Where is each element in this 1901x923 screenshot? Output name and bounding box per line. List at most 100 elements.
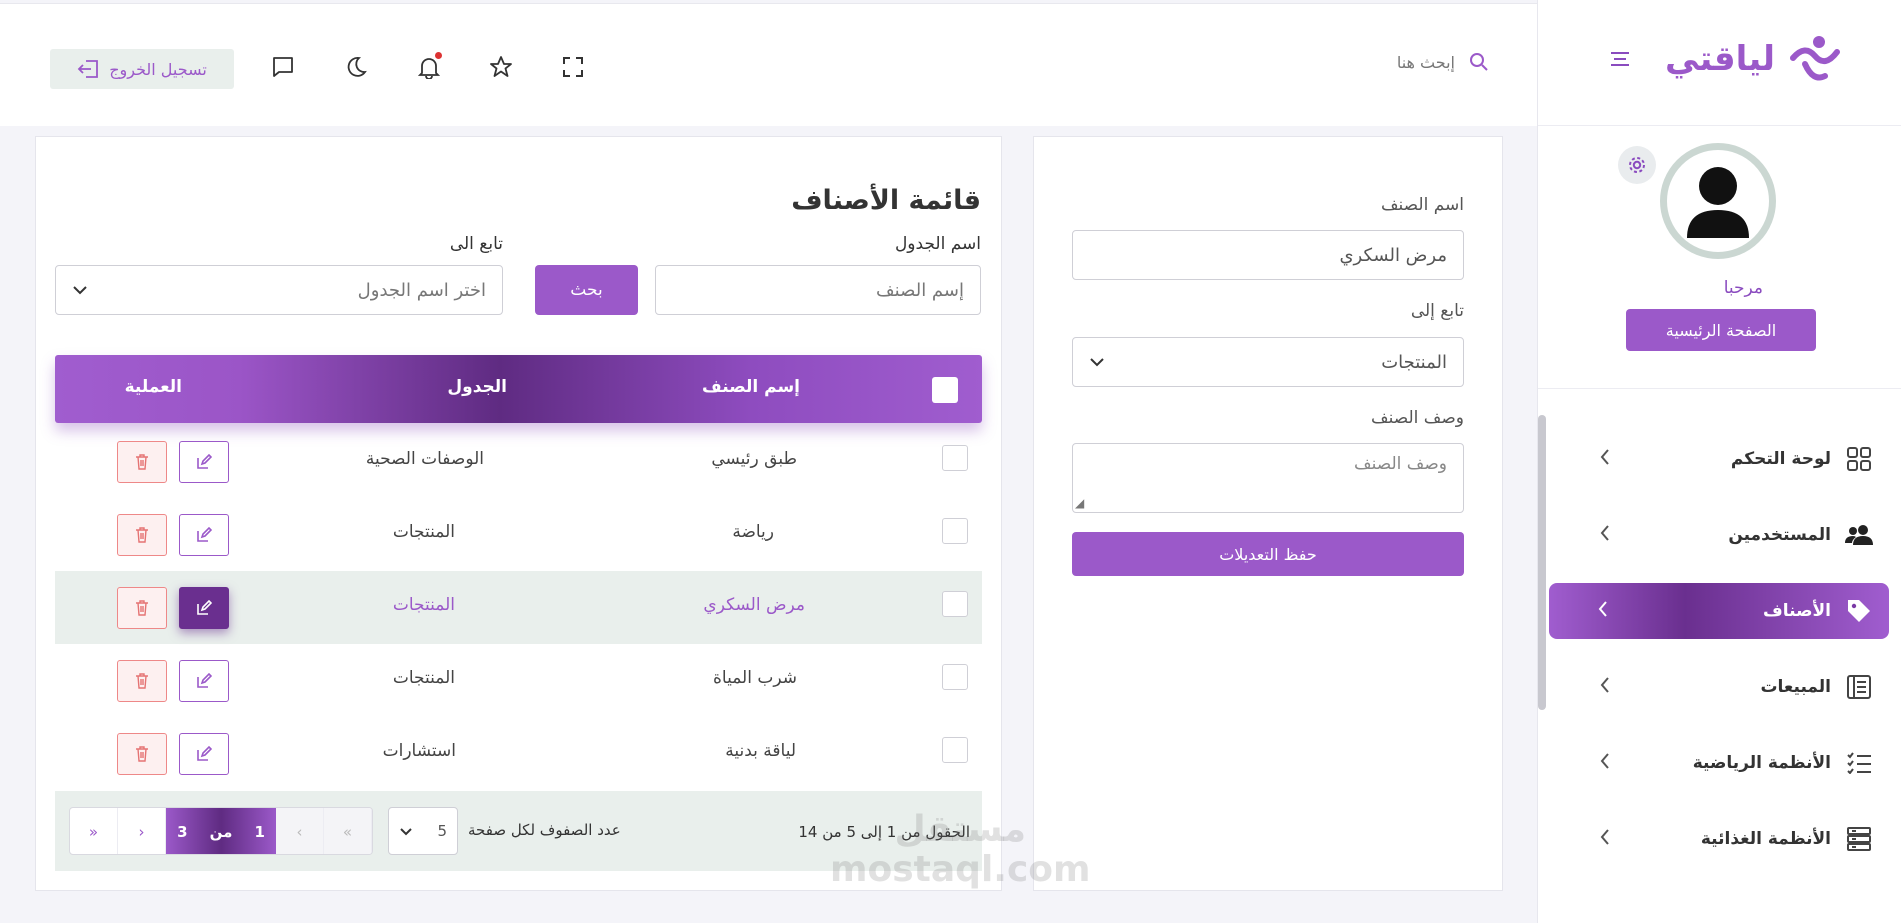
categories-table: إسم الصنف الجدول العملية طبق رئيسي الوصف… <box>55 355 982 790</box>
brand-name: لياقتي <box>1665 39 1775 79</box>
table-row[interactable]: لياقة بدنية استشارات <box>55 717 982 790</box>
avatar[interactable] <box>1660 143 1776 259</box>
parent-filter-placeholder: اختر اسم الجدول <box>357 279 486 301</box>
chevron-left-icon <box>1599 675 1611 700</box>
table-row-selected[interactable]: مرض السكري المنتجات <box>55 571 982 644</box>
delete-button[interactable] <box>117 660 167 702</box>
delete-button[interactable] <box>117 441 167 483</box>
sidebar: لياقتي مرحبا الصفحة الرئيسية لوحة التحكم <box>1537 0 1901 923</box>
delete-button[interactable] <box>117 733 167 775</box>
star-icon[interactable] <box>488 54 514 80</box>
last-page-button[interactable]: » <box>70 808 118 854</box>
page-of-label: من <box>209 823 233 841</box>
save-changes-button[interactable]: حفظ التعديلات <box>1072 532 1464 576</box>
sidebar-item-label: المستخدمين <box>1728 525 1831 545</box>
sidebar-item-dashboard[interactable]: لوحة التحكم <box>1537 421 1901 497</box>
row-checkbox[interactable] <box>942 664 968 690</box>
welcome-text: مرحبا <box>1723 278 1763 298</box>
sidebar-scrollbar[interactable] <box>1538 415 1546 710</box>
chat-icon[interactable] <box>270 54 296 80</box>
parent-label: تابع إلى <box>1410 301 1464 321</box>
row-name: مرض السكري <box>703 595 805 615</box>
row-table: الوصفات الصحية <box>365 449 484 469</box>
grid-icon <box>1845 445 1873 473</box>
table-row[interactable]: طبق رئيسي الوصفات الصحية <box>55 425 982 498</box>
edit-button[interactable] <box>179 441 229 483</box>
moon-icon[interactable] <box>342 54 368 80</box>
sidebar-item-label: الأنظمة الرياضية <box>1692 753 1831 773</box>
search-input-placeholder: إسم الصنف <box>876 279 964 301</box>
row-name: طبق رئيسي <box>711 449 797 469</box>
categories-list-card: قائمة الأصناف اسم الجدول تابع الى إسم ال… <box>35 136 1002 891</box>
row-checkbox[interactable] <box>942 737 968 763</box>
category-search-input[interactable]: إسم الصنف <box>655 265 981 315</box>
row-name: رياضة <box>732 522 774 542</box>
first-page-button[interactable]: « <box>324 808 372 854</box>
trash-icon <box>136 600 148 616</box>
current-page: 1 <box>254 823 265 841</box>
sidebar-item-sales[interactable]: المبيعات <box>1537 649 1901 725</box>
parent-filter-label: تابع الى <box>449 234 503 254</box>
edit-button[interactable] <box>179 514 229 556</box>
search-icon <box>1470 53 1488 71</box>
edit-category-card: اسم الصنف مرض السكري تابع إلى المنتجات و… <box>1033 136 1503 891</box>
chevron-down-icon <box>400 827 412 835</box>
chevron-down-icon <box>1090 358 1104 367</box>
sidebar-item-diet-systems[interactable]: الأنظمة الغذائية <box>1537 801 1901 877</box>
parent-value: المنتجات <box>1381 351 1447 373</box>
logout-label: تسجيل الخروج <box>109 59 207 79</box>
parent-select[interactable]: المنتجات <box>1072 337 1464 387</box>
column-header-name: إسم الصنف <box>702 377 800 397</box>
delete-button[interactable] <box>117 514 167 556</box>
logout-button[interactable]: تسجيل الخروج <box>50 49 234 89</box>
description-textarea[interactable]: وصف الصنف ◢ <box>1072 443 1464 513</box>
menu-toggle-icon[interactable] <box>1609 50 1631 73</box>
page-title: قائمة الأصناف <box>791 185 981 216</box>
category-name-input[interactable]: مرض السكري <box>1072 230 1464 280</box>
row-name: شرب المياة <box>713 668 797 688</box>
row-checkbox[interactable] <box>942 445 968 471</box>
home-page-button[interactable]: الصفحة الرئيسية <box>1626 309 1816 351</box>
users-icon <box>1845 521 1873 549</box>
edit-icon <box>197 746 212 761</box>
prev-page-button[interactable]: ‹ <box>276 808 324 854</box>
tag-icon <box>1845 597 1873 625</box>
select-all-checkbox[interactable] <box>932 377 958 403</box>
edit-button[interactable] <box>179 660 229 702</box>
edit-button[interactable] <box>179 587 229 629</box>
bell-icon[interactable] <box>416 52 442 80</box>
table-row[interactable]: شرب المياة المنتجات <box>55 644 982 717</box>
logout-icon <box>77 60 99 78</box>
edit-button[interactable] <box>179 733 229 775</box>
delete-button[interactable] <box>117 587 167 629</box>
logo-icon <box>1790 36 1840 81</box>
search-placeholder: إبحث هنا <box>1396 52 1455 72</box>
fullscreen-icon[interactable] <box>560 54 586 80</box>
sidebar-item-categories[interactable]: الأصناف <box>1549 583 1889 639</box>
row-table: استشارات <box>382 741 456 761</box>
header-search[interactable]: إبحث هنا <box>1397 52 1489 72</box>
parent-filter-select[interactable]: اختر اسم الجدول <box>55 265 503 315</box>
profile-settings-button[interactable] <box>1618 146 1656 184</box>
top-header: إبحث هنا تسجيل الخروج <box>0 3 1537 126</box>
sidebar-item-sports-systems[interactable]: الأنظمة الرياضية <box>1537 725 1901 801</box>
search-button[interactable]: بحث <box>535 265 638 315</box>
trash-icon <box>136 746 148 762</box>
row-checkbox[interactable] <box>942 591 968 617</box>
chevron-left-icon <box>1597 599 1609 624</box>
resize-grip-icon[interactable]: ◢ <box>1075 496 1084 510</box>
brand-logo[interactable]: لياقتي <box>1665 34 1841 84</box>
sidebar-nav: لوحة التحكم المستخدمين الأصناف المبيعات <box>1537 421 1901 877</box>
trash-icon <box>136 454 148 470</box>
sidebar-item-users[interactable]: المستخدمين <box>1537 497 1901 573</box>
gear-icon <box>1629 157 1645 173</box>
table-row[interactable]: رياضة المنتجات <box>55 498 982 571</box>
edit-icon <box>197 600 212 615</box>
rows-per-page-select[interactable]: 5 <box>388 807 458 855</box>
row-table: المنتجات <box>392 668 455 688</box>
next-page-button[interactable]: › <box>118 808 166 854</box>
row-checkbox[interactable] <box>942 518 968 544</box>
rows-per-page-label: عدد الصفوف لكل صفحة <box>468 821 621 839</box>
description-label: وصف الصنف <box>1370 408 1464 428</box>
trash-icon <box>136 527 148 543</box>
